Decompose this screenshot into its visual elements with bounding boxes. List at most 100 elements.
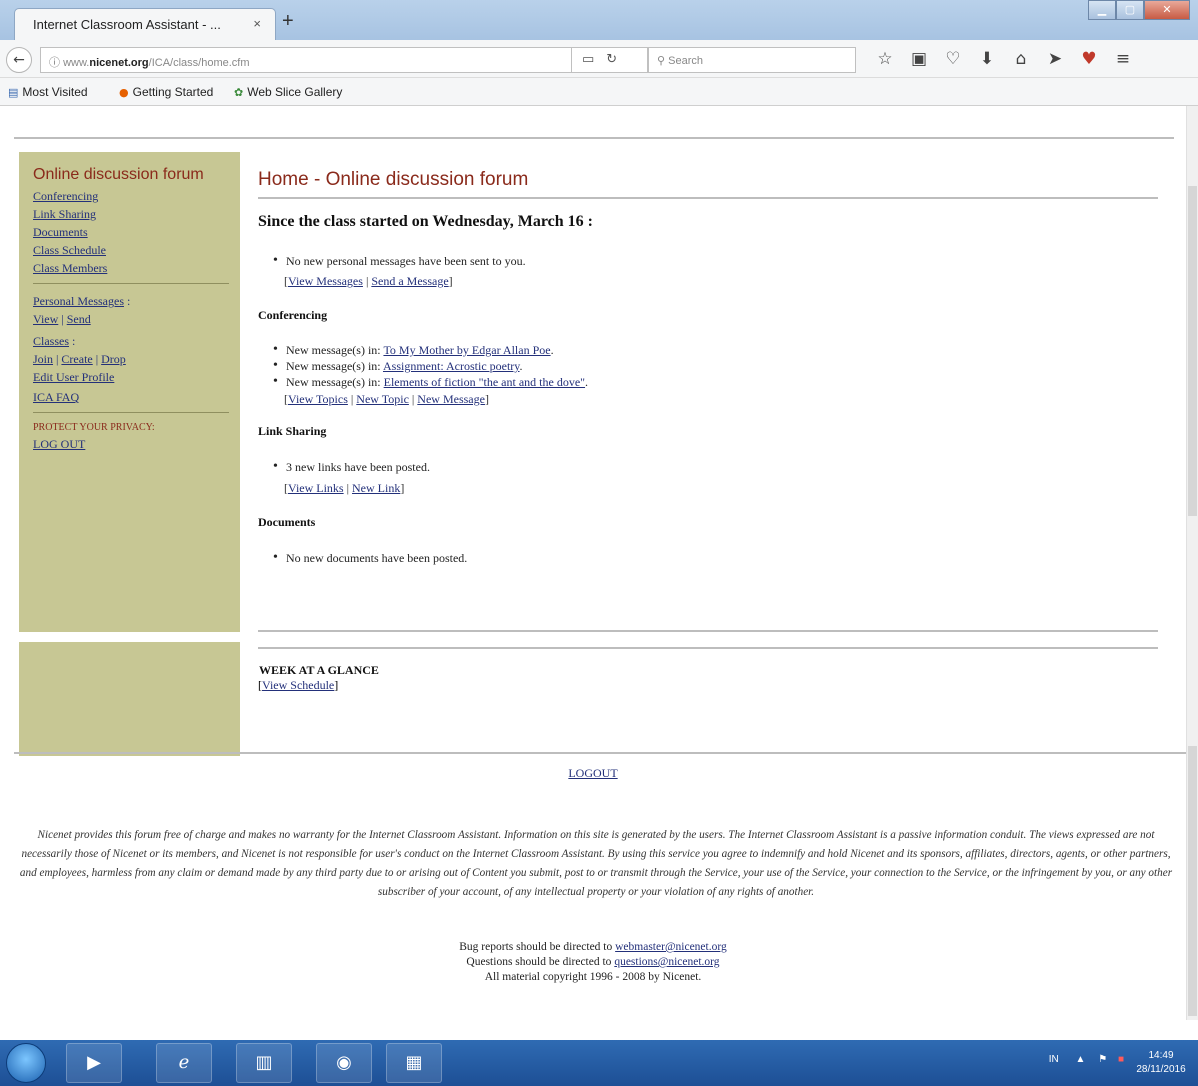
action-center-flag-icon[interactable]: ⚑	[1098, 1054, 1107, 1065]
topic-link[interactable]: Assignment: Acrostic poetry	[383, 359, 520, 373]
sidebar-link-pm-view[interactable]: View	[33, 312, 58, 326]
sidebar-link-classes-join[interactable]: Join	[33, 352, 53, 366]
clipboard-icon[interactable]: ▣	[902, 49, 936, 69]
star-icon[interactable]: ☆	[868, 49, 902, 69]
new-tab-button[interactable]: +	[282, 10, 294, 33]
view-topics-link[interactable]: View Topics	[288, 392, 348, 406]
link-sharing-status: 3 new links have been posted.	[258, 459, 1158, 475]
sidebar-link-class-schedule[interactable]: Class Schedule	[33, 241, 240, 259]
shield-addon-icon[interactable]: ♥	[1072, 49, 1106, 69]
back-arrow-icon[interactable]: ←	[6, 47, 32, 73]
new-topic-link[interactable]: New Topic	[356, 392, 409, 406]
search-field[interactable]: ⚲ Search	[648, 47, 856, 73]
windows-taskbar: ▶ ℯ ▥ ◉ ▦ IN ▲ ⚑ ■ 14:49 28/11/2016	[0, 1040, 1198, 1086]
media-player-icon[interactable]: ▶	[66, 1043, 122, 1083]
bookmark-web-slice-gallery[interactable]: ✿ Web Slice Gallery	[234, 85, 342, 99]
bookmarks-toolbar: ▤ Most Visited ● Getting Started ✿ Web Slic…	[0, 78, 1198, 106]
reader-view-icon[interactable]: ▭	[582, 52, 606, 67]
sidebar-link-ica-faq[interactable]: ICA FAQ	[33, 388, 240, 406]
bookmark-folder-icon: ▤	[8, 86, 19, 99]
browser-tab[interactable]: Internet Classroom Assistant - ... ×	[14, 8, 276, 40]
bug-report-line: Bug reports should be directed to webmas…	[459, 941, 727, 953]
sidebar-link-logout[interactable]: LOG OUT	[33, 435, 240, 453]
view-schedule-link[interactable]: View Schedule	[262, 678, 334, 692]
view-schedule-row: [View Schedule]	[258, 678, 339, 692]
bookmark-most-visited[interactable]: ▤ Most Visited	[8, 85, 88, 99]
sidebar-divider	[33, 283, 229, 284]
home-icon[interactable]: ⌂	[1004, 49, 1038, 69]
search-icon: ⚲	[657, 54, 666, 67]
tray-icons: IN ▲ ⚑ ■	[1049, 1054, 1124, 1065]
send-icon[interactable]: ➤	[1038, 49, 1072, 69]
view-messages-link[interactable]: View Messages	[288, 274, 363, 288]
classes-row: Classes :	[33, 334, 76, 348]
sidebar-link-classes-create[interactable]: Create	[61, 352, 92, 366]
sidebar-link-class-members[interactable]: Class Members	[33, 259, 240, 277]
scrollbar-thumb[interactable]	[1188, 186, 1197, 516]
download-arrow-icon[interactable]: ⬇	[970, 49, 1004, 69]
clock[interactable]: 14:49 28/11/2016	[1132, 1049, 1190, 1077]
web-slice-icon: ✿	[234, 86, 244, 99]
week-at-a-glance-heading: WEEK AT A GLANCE	[259, 663, 379, 677]
firefox-icon: ●	[119, 86, 129, 99]
tab-title: Internet Classroom Assistant - ...	[33, 17, 221, 32]
navigation-toolbar: ← ⓘ www.nicenet.org/ICA/class/home.cfm ▭…	[0, 40, 1198, 78]
sidebar-link-documents[interactable]: Documents	[33, 223, 240, 241]
top-rule	[14, 137, 1174, 139]
sidebar-heading: Online discussion forum	[33, 166, 204, 183]
sidebar-link-link-sharing[interactable]: Link Sharing	[33, 205, 240, 223]
link-sharing-heading: Link Sharing	[258, 424, 327, 438]
topic-link[interactable]: Elements of fiction "the ant and the dov…	[384, 375, 585, 389]
hamburger-menu-icon[interactable]: ≡	[1106, 49, 1140, 69]
close-window-icon[interactable]: ✕	[1144, 0, 1190, 20]
bookmark-getting-started[interactable]: ● Getting Started	[119, 85, 213, 99]
vertical-scrollbar[interactable]	[1186, 106, 1198, 1020]
section-rule	[258, 630, 1158, 632]
info-icon[interactable]: ⓘ	[49, 56, 60, 69]
new-message-link[interactable]: New Message	[417, 392, 485, 406]
sidebar-link-classes-drop[interactable]: Drop	[101, 352, 126, 366]
footer-logout-link[interactable]: LOGOUT	[568, 766, 617, 780]
view-links-link[interactable]: View Links	[288, 481, 344, 495]
documents-status: No new documents have been posted.	[258, 550, 1158, 566]
sidebar-link-classes[interactable]: Classes	[33, 334, 69, 348]
show-hidden-icons-icon[interactable]: ▲	[1076, 1054, 1086, 1065]
footer-logout: LOGOUT	[0, 766, 1186, 781]
maximize-icon[interactable]: ▢	[1116, 0, 1144, 20]
internet-explorer-icon[interactable]: ℯ	[156, 1043, 212, 1083]
address-bar[interactable]: ⓘ www.nicenet.org/ICA/class/home.cfm	[40, 47, 572, 73]
start-button[interactable]	[6, 1043, 46, 1083]
clock-time: 14:49	[1148, 1050, 1174, 1061]
questions-email-link[interactable]: questions@nicenet.org	[614, 956, 719, 968]
webmaster-email-link[interactable]: webmaster@nicenet.org	[615, 941, 727, 953]
file-explorer-icon[interactable]: ▥	[236, 1043, 292, 1083]
send-message-link[interactable]: Send a Message	[371, 274, 448, 288]
reload-icon[interactable]: ↻	[606, 52, 629, 67]
new-link-link[interactable]: New Link	[352, 481, 400, 495]
scrollbar-thumb[interactable]	[1188, 746, 1197, 1016]
topic-link[interactable]: To My Mother by Edgar Allan Poe	[383, 343, 550, 357]
footer-rule	[14, 752, 1186, 754]
antivirus-icon[interactable]: ■	[1118, 1054, 1124, 1065]
minimize-icon[interactable]: ▁	[1088, 0, 1116, 20]
word-processor-icon[interactable]: ▦	[386, 1043, 442, 1083]
pocket-icon[interactable]: ♡	[936, 49, 970, 69]
sidebar-link-pm-send[interactable]: Send	[67, 312, 91, 326]
disclaimer: Nicenet provides this forum free of char…	[19, 829, 1173, 898]
toolbar-icons: ☆ ▣ ♡ ⬇ ⌂ ➤ ♥ ≡	[868, 49, 1140, 69]
firefox-icon[interactable]: ◉	[316, 1043, 372, 1083]
language-indicator[interactable]: IN	[1049, 1054, 1059, 1065]
list-item: New message(s) in: Elements of fiction "…	[258, 374, 1158, 390]
sidebar-link-personal-messages[interactable]: Personal Messages	[33, 294, 124, 308]
main-content: Home - Online discussion forum Since the…	[258, 152, 1158, 566]
url-domain: nicenet.org	[89, 57, 149, 69]
conferencing-heading: Conferencing	[258, 308, 328, 322]
sidebar-link-edit-profile[interactable]: Edit User Profile	[33, 368, 240, 386]
link-sharing-actions: [View Links | New Link]	[284, 481, 405, 495]
tab-close-icon[interactable]: ×	[253, 16, 261, 31]
browser-title-bar: Internet Classroom Assistant - ... × + ▁…	[0, 0, 1198, 40]
documents-heading: Documents	[258, 515, 316, 529]
sidebar-link-conferencing[interactable]: Conferencing	[33, 187, 240, 205]
personal-messages-actions-main: [View Messages | Send a Message]	[284, 274, 453, 288]
personal-messages-row: Personal Messages :	[33, 294, 131, 308]
